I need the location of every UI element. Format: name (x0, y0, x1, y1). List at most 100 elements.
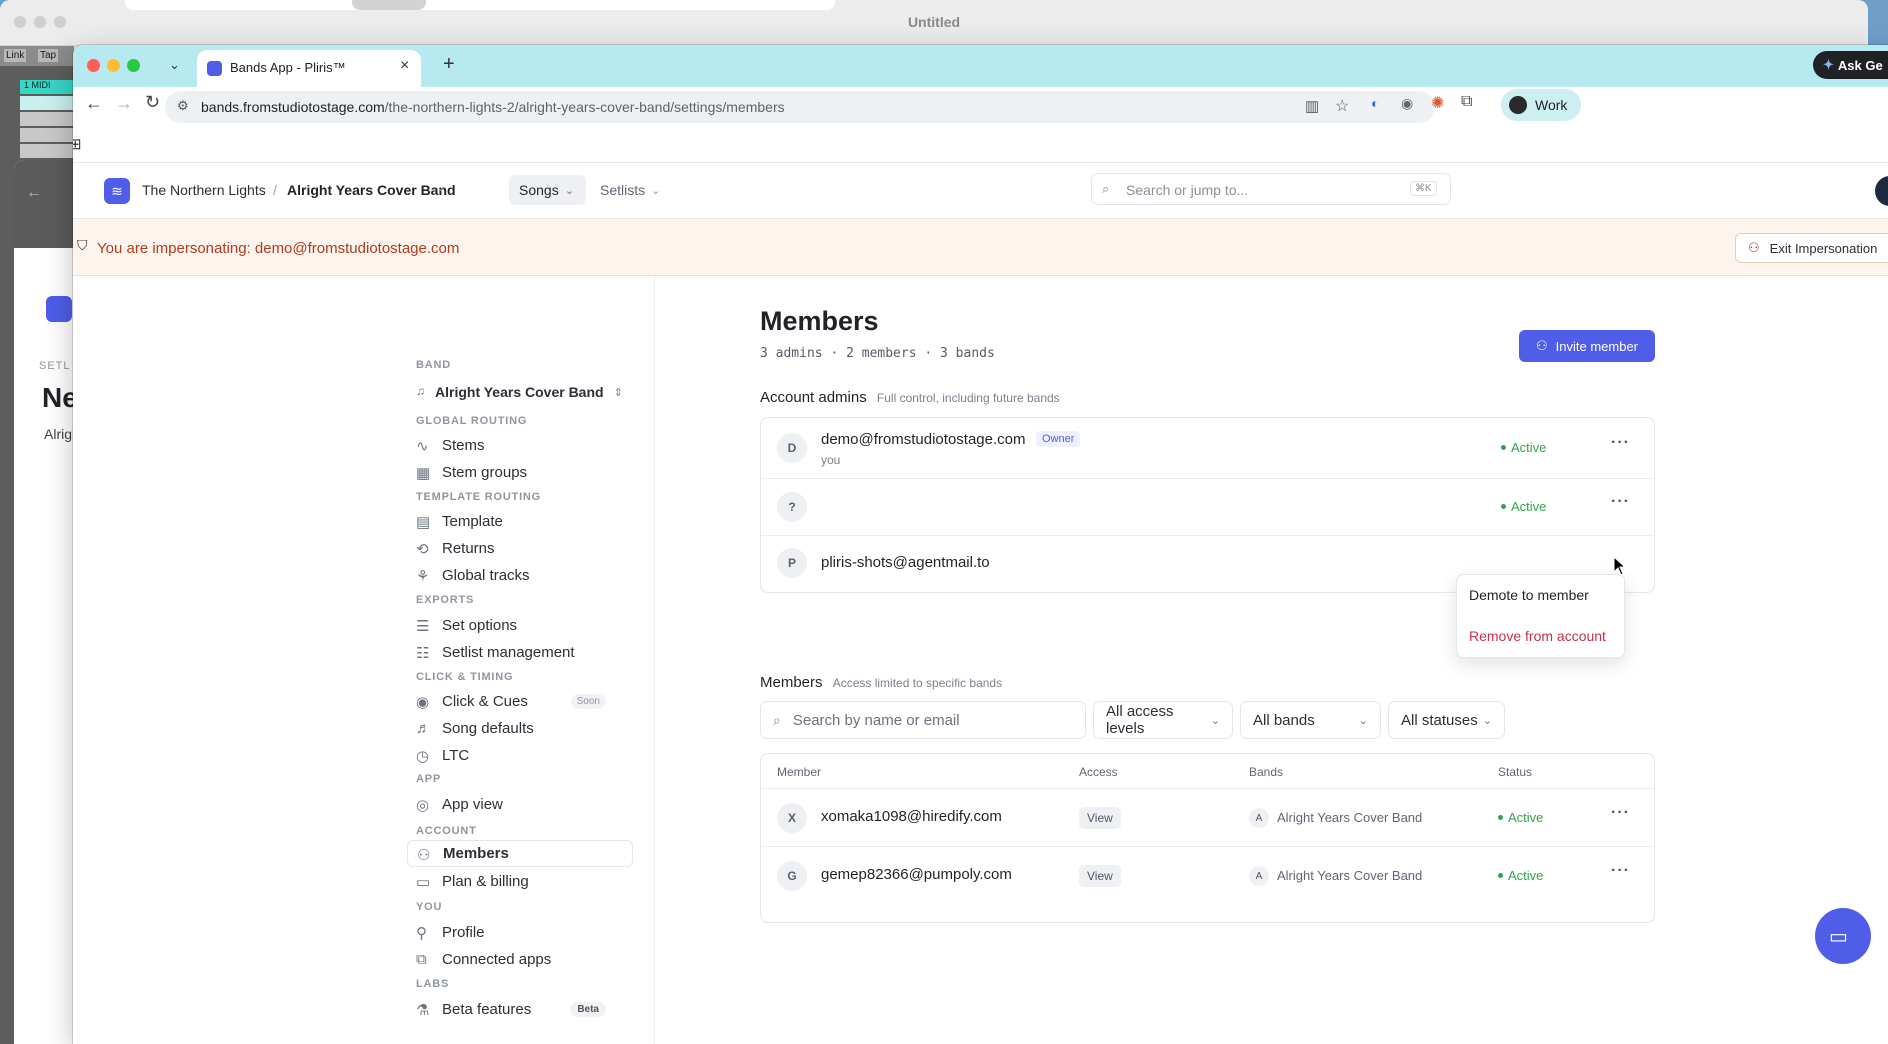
sidebar-item-plan-billing[interactable]: ▭ Plan & billing (416, 868, 529, 894)
sidebar-item-label: Template (442, 512, 503, 530)
forward-icon[interactable]: → (115, 93, 133, 114)
sliders-icon: ☰ (416, 618, 430, 635)
sidebar-item-label: Beta features (442, 1000, 532, 1018)
sidebar-item-song-defaults[interactable]: ♬ Song defaults (416, 715, 534, 741)
ask-gemini-button[interactable]: ✦ Ask Ge (1813, 51, 1888, 79)
table-row: X xomaka1098@hiredify.com View A Alright… (761, 789, 1654, 847)
invite-member-button[interactable]: ⚇ Invite member (1519, 330, 1655, 362)
breadcrumb-org[interactable]: The Northern Lights (142, 182, 266, 198)
sidebar-item-app-view[interactable]: ◎ App view (416, 791, 503, 817)
section-labs: LABS (416, 978, 450, 990)
back-icon[interactable]: ← (85, 93, 103, 114)
minimize-window-icon[interactable] (107, 59, 120, 72)
daw-link-button[interactable]: Link (4, 49, 27, 62)
bookmark-star-icon[interactable]: ☆ (1335, 96, 1349, 116)
admins-header: Account admins Full control, including f… (760, 389, 1060, 406)
bands-filter[interactable]: All bands ⌄ (1240, 701, 1381, 739)
members-subheading: Access limited to specific bands (832, 676, 1003, 690)
maximize-window-icon[interactable] (127, 59, 140, 72)
member-search-input[interactable]: ⌕ Search by name or email (760, 701, 1086, 739)
daw-tap-button[interactable]: Tap (38, 49, 59, 62)
breadcrumb-band[interactable]: Alright Years Cover Band (287, 182, 456, 198)
search-icon: ⌕ (773, 711, 781, 728)
sidebar-item-returns[interactable]: ⟲ Returns (416, 535, 495, 561)
sidebar-item-ltc[interactable]: ◷ LTC (416, 742, 469, 768)
url-path: /the-northern-lights-2/alright-years-cov… (384, 99, 785, 115)
sidebar-item-members[interactable]: ⚇ Members (407, 840, 633, 867)
tab-close-icon[interactable]: × (400, 57, 409, 75)
sidebar-item-label: Stem groups (442, 463, 528, 481)
row-actions-icon[interactable]: ··· (1611, 493, 1630, 511)
new-tab-icon[interactable]: + (443, 53, 455, 76)
music-note-icon: ♫ (416, 384, 425, 398)
page-title: Members (760, 306, 879, 336)
tab-search-chevron-icon[interactable]: ⌄ (169, 57, 180, 73)
global-search-input[interactable]: ⌕ Search or jump to... ⌘K (1091, 173, 1451, 205)
sidebar-item-label: Song defaults (442, 719, 534, 737)
settings-sidebar: BAND ♫ Alright Years Cover Band ⇕ GLOBAL… (73, 276, 655, 1044)
nav-setlists[interactable]: Setlists ⌄ (600, 175, 660, 205)
list-check-icon: ☷ (416, 645, 430, 662)
sidebar-item-stem-groups[interactable]: ▦ Stem groups (416, 459, 527, 485)
reload-icon[interactable]: ↻ (145, 92, 160, 113)
members-page: Members 3 admins · 2 members · 3 bands ⚇… (655, 276, 1888, 1044)
section-template-routing: TEMPLATE ROUTING (416, 491, 542, 503)
site-info-icon[interactable]: ⚙ (177, 98, 189, 114)
extensions-puzzle-icon[interactable]: ⧉ (1461, 93, 1472, 111)
background-window-title: Untitled (907, 14, 961, 30)
row-actions-icon[interactable]: ··· (1611, 862, 1630, 880)
exit-impersonation-label: Exit Impersonation (1769, 240, 1878, 256)
close-window-icon[interactable] (87, 59, 100, 72)
background-inner-window: ← SETL Ne Alrigl (14, 160, 76, 1044)
search-icon: ⌕ (1102, 181, 1110, 196)
sidebar-item-set-options[interactable]: ☰ Set options (416, 612, 517, 638)
browser-toolbar: ← → ↻ ⚙ bands.fromstudiotostage.com/the-… (73, 87, 1888, 127)
user-plus-icon: ⚇ (1535, 338, 1548, 353)
exit-impersonation-button[interactable]: ⚇ Exit Impersonation (1735, 233, 1888, 263)
profile-label: Work (1535, 97, 1568, 113)
network-icon: ⚘ (416, 568, 430, 585)
row-actions-icon[interactable]: ··· (1611, 434, 1630, 452)
tab-title: Bands App - Pliris™ (230, 60, 346, 75)
admins-subheading: Full control, including future bands (876, 391, 1060, 405)
remove-menu-item[interactable]: Remove from account (1469, 628, 1606, 644)
section-account: ACCOUNT (416, 825, 477, 837)
band-switcher-chevron-icon[interactable]: ⌄ (436, 180, 446, 194)
impersonation-banner: ⛉ You are impersonating: demo@fromstudio… (73, 219, 1888, 276)
sidebar-item-template[interactable]: ▤ Template (416, 508, 503, 534)
bands-filter-label: All bands (1253, 711, 1315, 729)
demote-menu-item[interactable]: Demote to member (1469, 587, 1589, 603)
sidebar-item-click-cues[interactable]: ◉ Click & Cues Soon (416, 688, 606, 714)
status-filter[interactable]: All statuses ⌄ (1388, 701, 1505, 739)
global-search-placeholder: Search or jump to... (1126, 182, 1249, 198)
password-key-icon[interactable]: ◐ (1371, 95, 1379, 111)
chat-bubble-icon[interactable]: ▭ (1815, 908, 1871, 964)
background-titlebar: Untitled (0, 0, 1868, 46)
sidebar-item-label: LTC (442, 746, 470, 764)
beta-badge: Beta (570, 1001, 606, 1017)
sidebar-item-setlist-management[interactable]: ☷ Setlist management (416, 639, 575, 665)
app-logo-icon[interactable]: ≋ (104, 178, 130, 204)
sidebar-item-global-tracks[interactable]: ⚘ Global tracks (416, 562, 530, 588)
sidebar-item-beta-features[interactable]: ⚗ Beta features Beta (416, 996, 606, 1022)
address-bar[interactable]: ⚙ bands.fromstudiotostage.com/the-northe… (165, 91, 1435, 123)
bookmarks-bar: ⊞ (73, 127, 1888, 163)
avatar: X (777, 803, 807, 833)
admin-row: D demo@fromstudiotostage.com Owner you A… (761, 418, 1654, 479)
avatar: D (777, 433, 807, 463)
browser-tab[interactable]: Bands App - Pliris™ × (197, 50, 421, 87)
band-selector[interactable]: ♫ Alright Years Cover Band ⇕ (416, 379, 623, 405)
sidebar-item-stems[interactable]: ∿ Stems (416, 432, 485, 458)
music-icon: ♬ (416, 720, 431, 737)
sidebar-item-connected-apps[interactable]: ⧉ Connected apps (416, 946, 551, 972)
apps-grid-icon[interactable]: ⊞ (73, 135, 82, 153)
row-actions-icon[interactable]: ··· (1611, 804, 1630, 822)
extension-claude-icon[interactable]: ✺ (1431, 93, 1444, 113)
camera-icon[interactable]: ◉ (1401, 95, 1413, 112)
nav-songs[interactable]: Songs ⌄ (509, 175, 586, 205)
sidebar-item-profile[interactable]: ⚲ Profile (416, 919, 485, 945)
reader-mode-icon[interactable]: ▥ (1305, 97, 1319, 115)
profile-chip[interactable]: Work (1501, 89, 1581, 121)
user-avatar[interactable] (1875, 176, 1888, 206)
access-level-filter[interactable]: All access levels ⌄ (1093, 701, 1233, 739)
